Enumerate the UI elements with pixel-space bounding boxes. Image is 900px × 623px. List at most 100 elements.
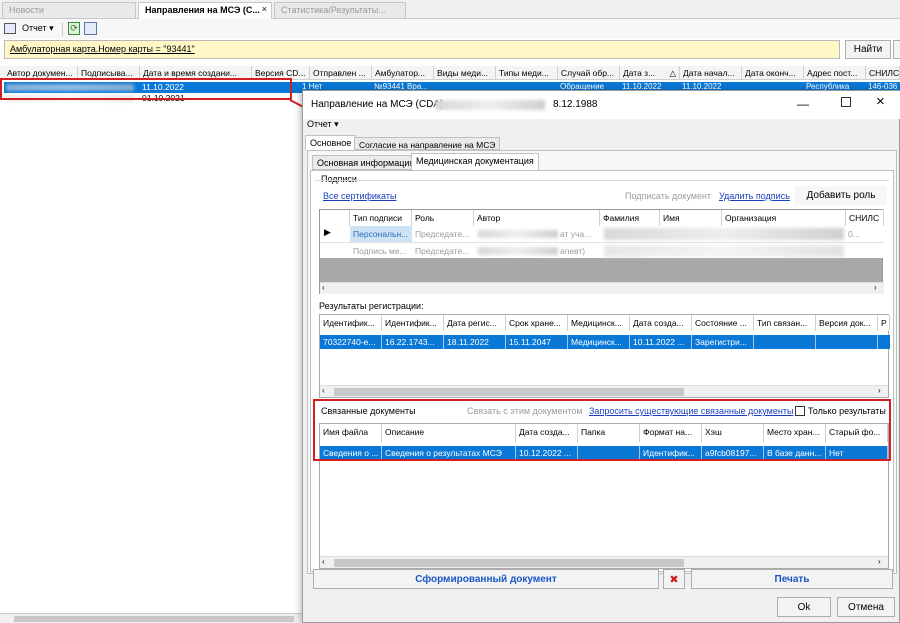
- print-button[interactable]: Печать: [691, 569, 893, 589]
- col-header[interactable]: Организация: [722, 210, 846, 226]
- generated-document-button[interactable]: Сформированный документ: [313, 569, 659, 589]
- scroll-left-icon[interactable]: ‹: [322, 283, 325, 292]
- sig-role: Председате...: [415, 229, 470, 239]
- col-header[interactable]: Автор: [474, 210, 600, 226]
- cancel-button[interactable]: Отмена: [837, 597, 895, 617]
- cell: 15.11.2047: [506, 335, 568, 349]
- col-header[interactable]: Фамилия: [600, 210, 660, 226]
- report-menu[interactable]: Отчет ▾: [22, 23, 54, 34]
- table-row[interactable]: ▶ Персональн... Председате... ат уча... …: [320, 226, 884, 242]
- col-header[interactable]: Тип подписи: [350, 210, 412, 226]
- mse-cda-dialog: Направление на МСЭ (CDA) - 8.12.1988 — ×…: [302, 90, 900, 623]
- col-header[interactable]: Дата созда...: [630, 315, 692, 331]
- col-header[interactable]: Роль: [412, 210, 474, 226]
- close-icon[interactable]: ×: [876, 93, 885, 110]
- filter-text: Амбулаторная карта.Номер карты = "93441": [10, 44, 195, 54]
- col-header[interactable]: Состояние ...: [692, 315, 754, 331]
- col-header[interactable]: Медицинск...: [568, 315, 630, 331]
- col-header[interactable]: Амбулатор...: [372, 66, 434, 80]
- main-horizontal-scrollbar[interactable]: [0, 613, 302, 623]
- col-header[interactable]: Отправлен ...: [310, 66, 372, 80]
- table-row[interactable]: Подпись ме... Председате... апевт): [320, 242, 884, 258]
- tab-news[interactable]: Новости: [2, 2, 136, 18]
- tab-main[interactable]: Основное: [305, 135, 357, 150]
- dialog-report-menu[interactable]: Отчет ▾: [307, 119, 339, 130]
- scroll-thumb[interactable]: [334, 388, 684, 396]
- col-header[interactable]: Дата оконч...: [742, 66, 804, 80]
- registration-hscroll[interactable]: ‹ ›: [320, 385, 888, 397]
- redacted-text: [604, 228, 844, 240]
- signatures-hscroll[interactable]: ‹ ›: [320, 282, 884, 294]
- add-role-button[interactable]: Добавить роль: [795, 186, 887, 205]
- scroll-right-icon[interactable]: ›: [878, 386, 881, 395]
- linked-hscroll[interactable]: ‹ ›: [320, 556, 888, 568]
- cell: Медицинск...: [568, 335, 630, 349]
- sig-author: апевт): [560, 246, 586, 256]
- col-header[interactable]: Идентифик...: [320, 315, 382, 331]
- minimize-icon[interactable]: —: [797, 97, 809, 111]
- col-header[interactable]: Имя: [660, 210, 722, 226]
- cell: [816, 335, 878, 349]
- signatures-grid: Тип подписи Роль Автор Фамилия Имя Орган…: [319, 209, 884, 294]
- tab-mse-referrals-label: Направления на МСЭ (С...: [145, 5, 260, 15]
- col-header[interactable]: Тип связан...: [754, 315, 816, 331]
- cell: 10.11.2022 ...: [630, 335, 692, 349]
- tab-consent[interactable]: Согласие на направление на МСЭ: [354, 137, 501, 150]
- col-header[interactable]: Виды меди...: [434, 66, 496, 80]
- main-tab-panel: Основная информация Медицинская документ…: [307, 150, 897, 574]
- scroll-left-icon[interactable]: ‹: [322, 557, 325, 566]
- tab-mse-referrals[interactable]: Направления на МСЭ (С... ×: [138, 2, 272, 20]
- sign-document-link[interactable]: Подписать документ: [625, 191, 711, 201]
- redacted-text: [478, 247, 558, 255]
- row-indicator-header: [320, 210, 350, 226]
- copy-icon[interactable]: [84, 22, 97, 35]
- col-header[interactable]: Срок хране...: [506, 315, 568, 331]
- dialog-title-tail: 8.12.1988: [553, 99, 598, 110]
- sort-icon: △: [669, 68, 676, 78]
- dialog-title: Направление на МСЭ (CDA) -: [311, 99, 450, 110]
- delete-signature-link[interactable]: Удалить подпись: [719, 191, 790, 201]
- sig-role: Председате...: [415, 246, 470, 256]
- redacted-name: [435, 100, 545, 110]
- col-header[interactable]: Адрес пост...: [804, 66, 866, 80]
- scroll-right-icon[interactable]: ›: [878, 557, 881, 566]
- signatures-grid-header: Тип подписи Роль Автор Фамилия Имя Орган…: [320, 210, 884, 226]
- table-row[interactable]: 70322740-e... 16.22.1743... 18.11.2022 1…: [320, 335, 890, 349]
- ok-button[interactable]: Ok: [777, 597, 831, 617]
- find-button[interactable]: Найти: [845, 40, 891, 59]
- extra-button[interactable]: [893, 40, 900, 59]
- col-header[interactable]: Типы меди...: [496, 66, 558, 80]
- group-divider: [315, 180, 889, 181]
- scroll-left-icon[interactable]: ‹: [322, 386, 325, 395]
- col-header[interactable]: Идентифик...: [382, 315, 444, 331]
- tab-statistics[interactable]: Статистика/Результаты...: [274, 2, 406, 18]
- sig-type: Персональн...: [350, 226, 412, 242]
- scroll-thumb[interactable]: [14, 616, 294, 622]
- col-header[interactable]: Дата начал...: [680, 66, 742, 80]
- col-header[interactable]: Дата з... △: [620, 66, 680, 80]
- cell: 70322740-e...: [320, 335, 382, 349]
- col-header[interactable]: СНИЛС: [866, 66, 900, 80]
- col-header[interactable]: Случай обр...: [558, 66, 620, 80]
- scroll-thumb[interactable]: [334, 559, 684, 567]
- delete-doc-icon[interactable]: ✖: [663, 569, 685, 589]
- col-header[interactable]: Версия док...: [816, 315, 878, 331]
- subtab-basic-info[interactable]: Основная информация: [312, 155, 420, 170]
- dialog-titlebar: Направление на МСЭ (CDA) - 8.12.1988 — ×: [303, 91, 900, 119]
- all-certificates-link[interactable]: Все сертификаты: [323, 191, 396, 201]
- filter-bar[interactable]: Амбулаторная карта.Номер карты = "93441": [4, 40, 840, 59]
- highlight-box: [313, 399, 891, 461]
- col-header[interactable]: Дата регис...: [444, 315, 506, 331]
- subtab-medical-docs[interactable]: Медицинская документация: [411, 153, 539, 170]
- scroll-right-icon[interactable]: ›: [874, 283, 877, 292]
- refresh-icon[interactable]: ⟳: [68, 22, 80, 35]
- sig-author: ат уча...: [560, 229, 592, 239]
- medical-docs-panel: Подписи Все сертификаты Подписать докуме…: [310, 170, 894, 572]
- maximize-icon[interactable]: [841, 97, 851, 107]
- redacted-text: [604, 245, 844, 257]
- col-header[interactable]: Р: [878, 315, 890, 331]
- col-header[interactable]: СНИЛС: [846, 210, 884, 226]
- tab-close-icon[interactable]: ×: [262, 4, 267, 14]
- sig-snils: 0...: [848, 229, 860, 239]
- current-row-icon: ▶: [324, 227, 331, 237]
